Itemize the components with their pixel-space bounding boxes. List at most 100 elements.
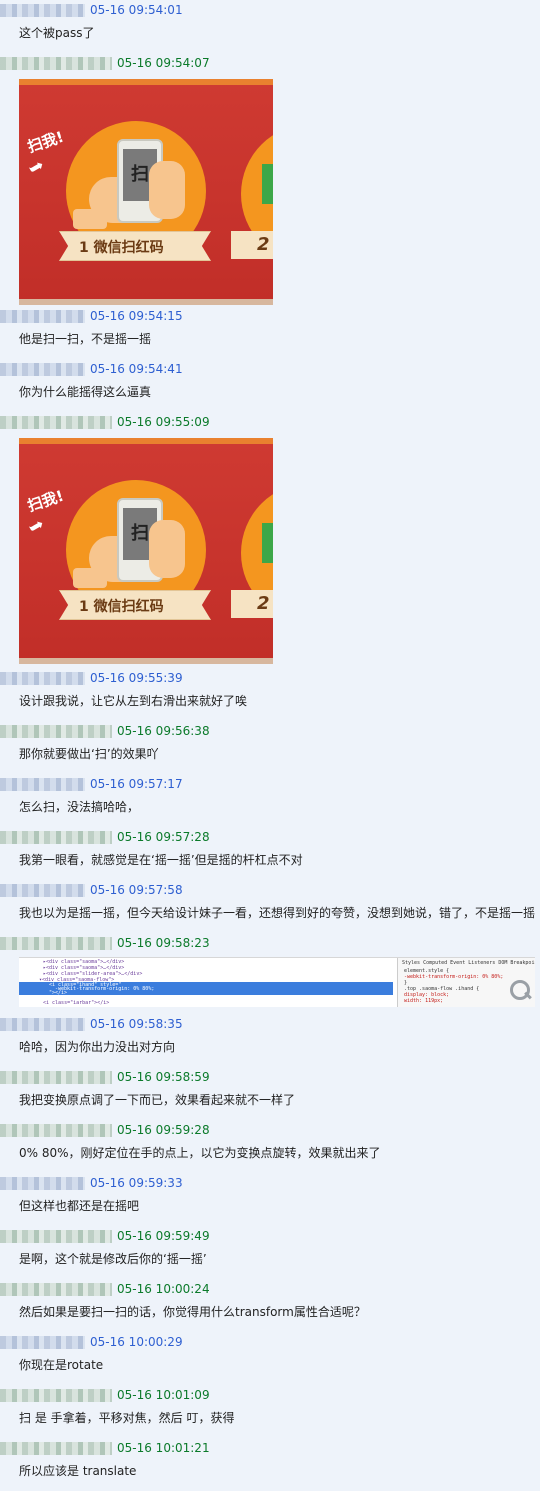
hand-sleeve bbox=[73, 209, 107, 229]
message-timestamp: 05-16 09:57:17 bbox=[90, 777, 183, 791]
selected-line: -webkit-transform-origin: 0% 80%; bbox=[55, 986, 155, 992]
styles-panel: Styles Computed Event Listeners DOM Brea… bbox=[397, 958, 535, 1007]
promo-image: 扫扫我! ➥ 1 微信扫红码 2 bbox=[19, 79, 273, 305]
style-rule-line: -webkit-transform-origin: 0% 80%; bbox=[404, 974, 504, 980]
message-timestamp: 05-16 09:58:23 bbox=[117, 936, 210, 950]
chat-message: 05-16 09:54:07 扫扫我! ➥ 1 微信扫红码 2 bbox=[0, 53, 540, 305]
message-text: 扫 是 手拿着，平移对焦，然后 叮，获得 bbox=[19, 1411, 235, 1425]
message-timestamp: 05-16 10:00:24 bbox=[117, 1282, 210, 1296]
chat-message: 05-16 09:54:01 这个被pass了 bbox=[0, 0, 540, 42]
message-header: 05-16 09:54:07 bbox=[0, 53, 540, 73]
sender-name-blurred bbox=[0, 363, 85, 376]
message-text: 你为什么能摇得这么逼真 bbox=[19, 385, 152, 399]
chat-message: 05-16 09:59:49 是啊，这个就是修改后你的‘摇一摇’ bbox=[0, 1226, 540, 1268]
message-text: 我第一眼看，就感觉是在‘摇一摇’但是摇的杆杠点不对 bbox=[19, 853, 303, 867]
chat-message: 05-16 09:55:39 设计跟我说，让它从左到右滑出来就好了唉 bbox=[0, 668, 540, 710]
sender-name-blurred bbox=[0, 1336, 85, 1349]
promo-top-bar bbox=[19, 438, 273, 444]
sender-name-blurred bbox=[0, 778, 85, 791]
dom-tree-panel: ▸<div class="saoma">…</div> ▸<div class="… bbox=[19, 958, 393, 1007]
chat-message: 05-16 09:58:35 哈哈，因为你出力没出对方向 bbox=[0, 1014, 540, 1056]
curved-arrow-icon: ➥ bbox=[24, 513, 49, 540]
message-timestamp: 05-16 09:58:35 bbox=[90, 1017, 183, 1031]
chat-message: 05-16 09:59:33 但这样也都还是在摇吧 bbox=[0, 1173, 540, 1215]
promo-top-bar bbox=[19, 79, 273, 85]
step2-label: 2 bbox=[257, 593, 270, 614]
message-text: 所以应该是 translate bbox=[19, 1464, 137, 1478]
message-header: 05-16 09:59:33 bbox=[0, 1173, 540, 1193]
message-text: 那你就要做出‘扫’的效果吖 bbox=[19, 747, 159, 761]
message-header: 05-16 10:01:21 bbox=[0, 1438, 540, 1458]
message-header: 05-16 09:58:23 bbox=[0, 933, 540, 953]
message-image[interactable]: 扫扫我! ➥ 1 微信扫红码 2 bbox=[19, 438, 540, 664]
sender-name-blurred bbox=[0, 310, 85, 323]
message-header: 05-16 10:01:09 bbox=[0, 1385, 540, 1405]
sender-name-blurred bbox=[0, 672, 85, 685]
sender-name-blurred bbox=[0, 1283, 112, 1296]
step1-label: 1 微信扫红码 bbox=[79, 599, 164, 615]
hand-fingers bbox=[149, 520, 185, 578]
sender-name-blurred bbox=[0, 1018, 85, 1031]
message-text: 0% 80%，刚好定位在手的点上，以它为变换点旋转，效果就出来了 bbox=[19, 1146, 381, 1160]
chat-message: 05-16 09:57:28 我第一眼看，就感觉是在‘摇一摇’但是摇的杆杠点不对 bbox=[0, 827, 540, 869]
message-timestamp: 05-16 09:54:41 bbox=[90, 362, 183, 376]
message-header: 05-16 09:54:41 bbox=[0, 359, 540, 379]
message-timestamp: 05-16 09:55:09 bbox=[117, 415, 210, 429]
hand-sleeve bbox=[73, 568, 107, 588]
message-header: 05-16 09:58:35 bbox=[0, 1014, 540, 1034]
message-header: 05-16 09:55:39 bbox=[0, 668, 540, 688]
message-text: 哈哈，因为你出力没出对方向 bbox=[19, 1040, 176, 1054]
message-text: 我也以为是摇一摇，但今天给设计妹子一看，还想得到好的夸赞，没想到她说，错了，不是… bbox=[19, 906, 536, 920]
message-header: 05-16 09:54:01 bbox=[0, 0, 540, 20]
message-timestamp: 05-16 09:59:28 bbox=[117, 1123, 210, 1137]
message-text: 是啊，这个就是修改后你的‘摇一摇’ bbox=[19, 1252, 207, 1266]
step2-label: 2 bbox=[257, 234, 270, 255]
selected-dom-node: <i class="ihand" style=" -webkit-transfor… bbox=[19, 982, 393, 996]
message-header: 05-16 09:57:28 bbox=[0, 827, 540, 847]
message-image[interactable]: 扫扫我! ➥ 1 微信扫红码 2 bbox=[19, 79, 540, 305]
promo-green-phone bbox=[262, 523, 273, 563]
dom-line: <i class="iarbar"></i> bbox=[43, 1000, 110, 1006]
message-timestamp: 05-16 09:59:49 bbox=[117, 1229, 210, 1243]
message-text: 设计跟我说，让它从左到右滑出来就好了唉 bbox=[19, 694, 248, 708]
scan-me-label: 扫我! bbox=[25, 127, 66, 157]
promo-image: 扫扫我! ➥ 1 微信扫红码 2 bbox=[19, 438, 273, 664]
message-timestamp: 05-16 09:57:58 bbox=[90, 883, 183, 897]
message-timestamp: 05-16 09:56:38 bbox=[117, 724, 210, 738]
promo-green-phone bbox=[262, 164, 273, 204]
chat-message: 05-16 10:01:09 扫 是 手拿着，平移对焦，然后 叮，获得 bbox=[0, 1385, 540, 1427]
chat-message: 05-16 10:00:29 你现在是rotate bbox=[0, 1332, 540, 1374]
chat-message: 05-16 09:54:41 你为什么能摇得这么逼真 bbox=[0, 359, 540, 401]
message-header: 05-16 10:00:24 bbox=[0, 1279, 540, 1299]
message-text: 然后如果是要扫一扫的话，你觉得用什么transform属性合适呢？ bbox=[19, 1305, 366, 1319]
message-header: 05-16 09:57:17 bbox=[0, 774, 540, 794]
sender-name-blurred bbox=[0, 937, 112, 950]
message-text: 他是扫一扫，不是摇一摇 bbox=[19, 332, 152, 346]
message-header: 05-16 09:57:58 bbox=[0, 880, 540, 900]
devtools-screenshot: ▸<div class="saoma">…</div> ▸<div class="… bbox=[19, 957, 535, 1007]
message-timestamp: 05-16 09:59:33 bbox=[90, 1176, 183, 1190]
message-text: 你现在是rotate bbox=[19, 1358, 104, 1372]
chat-message: 05-16 09:56:38 那你就要做出‘扫’的效果吖 bbox=[0, 721, 540, 763]
sender-name-blurred bbox=[0, 416, 112, 429]
message-header: 05-16 09:58:59 bbox=[0, 1067, 540, 1087]
message-timestamp: 05-16 09:54:07 bbox=[117, 56, 210, 70]
sender-name-blurred bbox=[0, 884, 85, 897]
message-header: 05-16 09:59:28 bbox=[0, 1120, 540, 1140]
message-header: 05-16 09:54:15 bbox=[0, 306, 540, 326]
message-text: 我把变换原点调了一下而已，效果看起来就不一样了 bbox=[19, 1093, 296, 1107]
sender-name-blurred bbox=[0, 1071, 112, 1084]
sender-name-blurred bbox=[0, 57, 112, 70]
message-timestamp: 05-16 10:00:29 bbox=[90, 1335, 183, 1349]
chat-message: 05-16 09:59:28 0% 80%，刚好定位在手的点上，以它为变换点旋转，… bbox=[0, 1120, 540, 1162]
message-image[interactable]: ▸<div class="saoma">…</div> ▸<div class="… bbox=[19, 957, 540, 1007]
message-header: 05-16 09:59:49 bbox=[0, 1226, 540, 1246]
sender-name-blurred bbox=[0, 1124, 112, 1137]
sender-name-blurred bbox=[0, 4, 85, 17]
message-timestamp: 05-16 09:54:15 bbox=[90, 309, 183, 323]
message-text: 但这样也都还是在摇吧 bbox=[19, 1199, 140, 1213]
step1-label: 1 微信扫红码 bbox=[79, 240, 164, 256]
message-timestamp: 05-16 09:58:59 bbox=[117, 1070, 210, 1084]
sender-name-blurred bbox=[0, 1177, 85, 1190]
style-rule-line: width: 119px; bbox=[404, 998, 444, 1004]
